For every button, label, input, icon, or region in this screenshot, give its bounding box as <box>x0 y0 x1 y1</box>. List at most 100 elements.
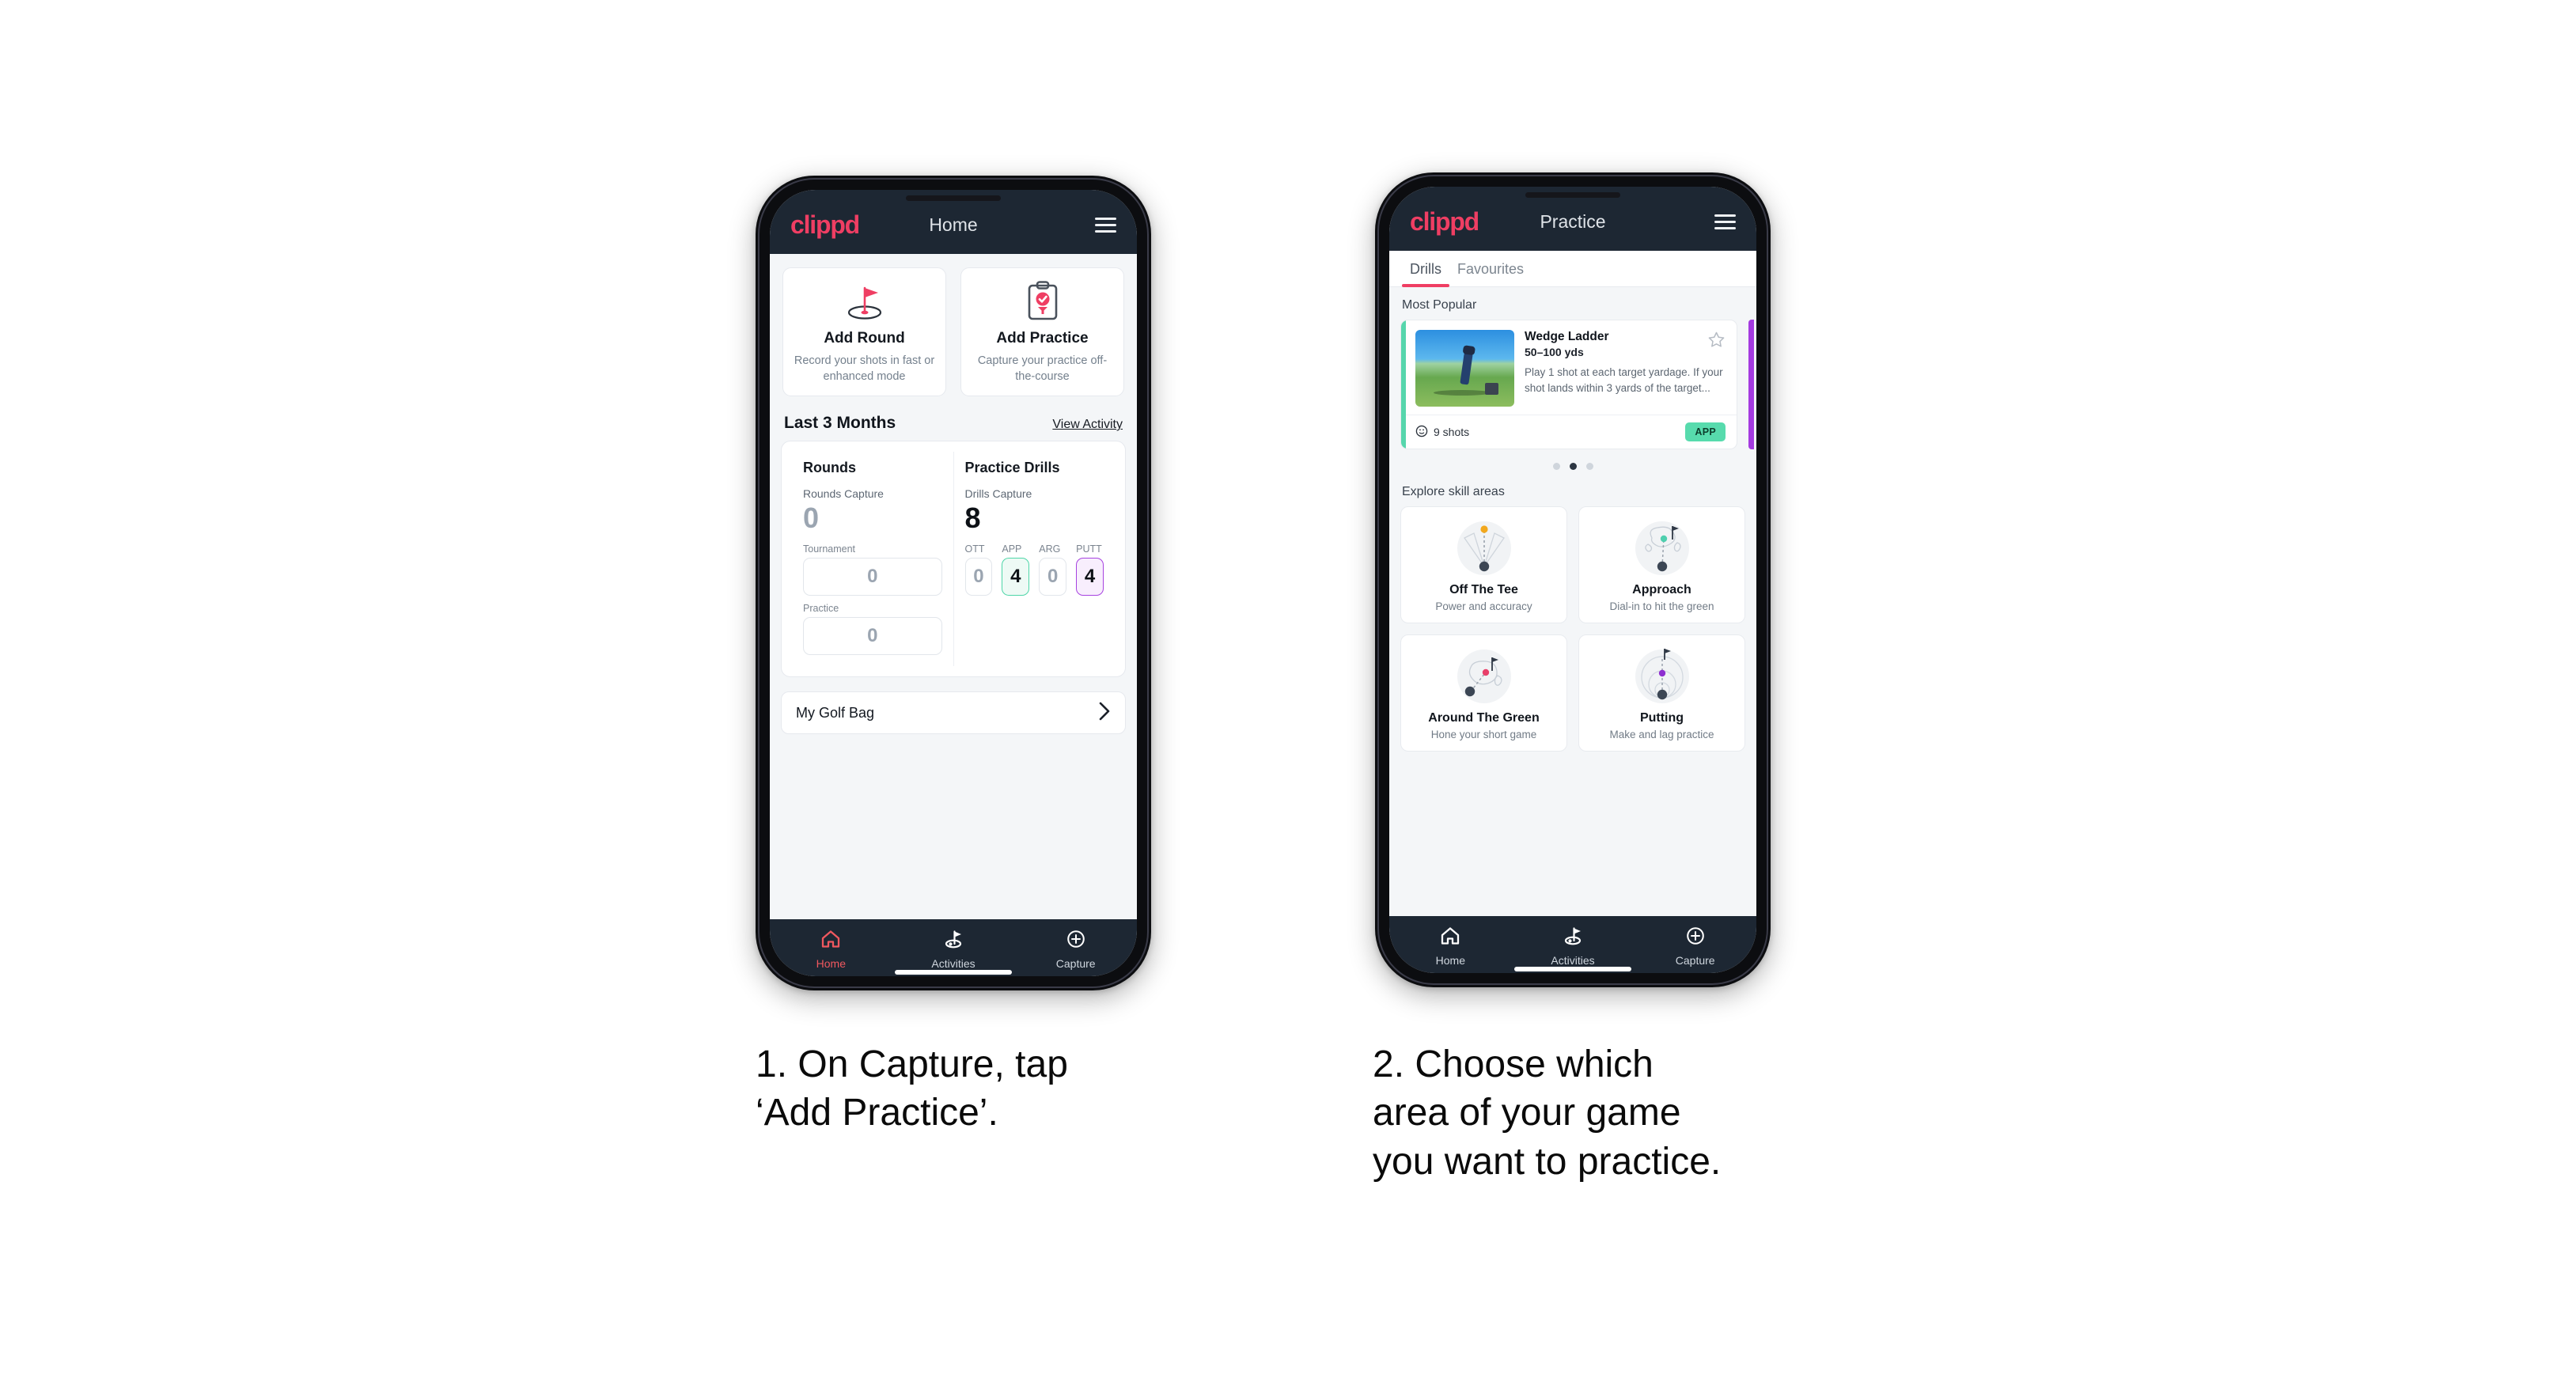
skill-name: Putting <box>1639 711 1684 725</box>
rounds-tournament-stat[interactable]: Tournament 0 <box>803 543 942 596</box>
hamburger-menu-icon[interactable] <box>1714 214 1736 229</box>
drill-category-badge: APP <box>1685 422 1726 441</box>
phone-mockup-home: clippd Home Add Round Record your shots … <box>756 176 1151 990</box>
chevron-right-icon <box>1099 702 1111 725</box>
drills-app-stat[interactable]: APP 4 <box>1002 543 1030 596</box>
home-indicator <box>895 970 1012 975</box>
nav-label-home: Home <box>816 957 847 970</box>
next-drill-card-peek[interactable] <box>1748 320 1754 449</box>
home-icon <box>820 930 841 952</box>
practice-scroll-body[interactable]: Drills Favourites Most Popular Wedge Lad… <box>1389 251 1756 916</box>
drill-card-meta: Wedge Ladder 50–100 yds Play 1 shot at e… <box>1525 330 1727 407</box>
nav-item-home[interactable]: Home <box>770 930 892 970</box>
caption-step-1: 1. On Capture, tap ‘Add Practice’. <box>756 1043 1068 1134</box>
last-3-months-header: Last 3 Months View Activity <box>770 396 1137 441</box>
home-scroll-body[interactable]: Add Round Record your shots in fast or e… <box>770 254 1137 919</box>
drill-yardage: 50–100 yds <box>1525 346 1584 358</box>
home-icon <box>1440 926 1460 949</box>
nav-label-capture: Capture <box>1055 957 1096 970</box>
nav-item-activities[interactable]: Activities <box>1512 926 1635 967</box>
putting-rings-icon <box>1585 645 1738 708</box>
star-outline-icon[interactable] <box>1707 331 1726 352</box>
drills-capture-label: Drills Capture <box>964 487 1032 500</box>
drills-arg-stat[interactable]: ARG 0 <box>1039 543 1067 596</box>
view-activity-link[interactable]: View Activity <box>1052 418 1123 432</box>
skill-card-putting[interactable]: Putting Make and lag practice <box>1578 634 1745 752</box>
carousel-dot-2[interactable] <box>1569 463 1577 470</box>
carousel-dot-3[interactable] <box>1585 463 1593 470</box>
my-golf-bag-label: My Golf Bag <box>796 704 875 721</box>
tee-shot-fan-icon <box>1407 517 1560 580</box>
drill-card-top: Wedge Ladder 50–100 yds Play 1 shot at e… <box>1401 320 1737 415</box>
drills-ott-label: OTT <box>964 543 985 555</box>
drill-carousel[interactable]: Wedge Ladder 50–100 yds Play 1 shot at e… <box>1389 320 1756 449</box>
add-practice-card[interactable]: Add Practice Capture your practice off-t… <box>960 267 1124 396</box>
approach-green-icon <box>1585 517 1738 580</box>
skill-card-off-the-tee[interactable]: Off The Tee Power and accuracy <box>1400 506 1567 623</box>
drills-app-label: APP <box>1002 543 1022 555</box>
carousel-dot-1[interactable] <box>1552 463 1560 470</box>
plus-circle-icon <box>1685 926 1706 949</box>
drills-capture-value: 8 <box>964 502 981 534</box>
page-root: clippd Home Add Round Record your shots … <box>0 0 2576 1386</box>
rounds-capture-value: 0 <box>803 502 820 534</box>
drills-ott-stat[interactable]: OTT 0 <box>964 543 993 596</box>
carousel-dots <box>1389 449 1756 474</box>
drills-putt-label: PUTT <box>1076 543 1102 555</box>
bottom-nav-home: Home Activities Capture <box>770 919 1137 976</box>
drills-stat-column: Practice Drills Drills Capture 8 OTT 0 A… <box>953 452 1116 667</box>
clippd-logo[interactable]: clippd <box>790 210 860 240</box>
golf-flag-icon <box>1562 926 1584 949</box>
nav-label-capture: Capture <box>1675 954 1715 967</box>
add-round-title: Add Round <box>824 330 905 346</box>
tab-favourites[interactable]: Favourites <box>1449 251 1532 286</box>
most-popular-label: Most Popular <box>1402 298 1477 312</box>
drill-card-wedge-ladder[interactable]: Wedge Ladder 50–100 yds Play 1 shot at e… <box>1400 320 1737 449</box>
skill-areas-grid: Off The Tee Power and accuracy Approach … <box>1389 506 1756 752</box>
clock-icon <box>1415 425 1428 440</box>
skill-name: Off The Tee <box>1449 583 1518 596</box>
bottom-nav-practice: Home Activities Capture <box>1389 916 1756 973</box>
chip-green-icon <box>1407 645 1560 708</box>
add-practice-title: Add Practice <box>996 330 1089 346</box>
rounds-practice-label: Practice <box>803 603 839 615</box>
drills-putt-stat[interactable]: PUTT 4 <box>1076 543 1104 596</box>
rounds-stat-column: Rounds Rounds Capture 0 Tournament 0 Pra… <box>792 452 953 666</box>
phone-mockup-practice: clippd Practice Drills Favourites Most P… <box>1375 172 1771 987</box>
section-title: Last 3 Months <box>784 414 896 432</box>
plus-circle-icon <box>1066 930 1086 952</box>
tab-drills[interactable]: Drills <box>1402 251 1449 287</box>
drill-shots: 9 shots <box>1415 425 1469 440</box>
rounds-practice-stat[interactable]: Practice 0 <box>803 603 942 656</box>
skill-subtitle: Power and accuracy <box>1435 600 1532 612</box>
drill-thumbnail-image <box>1415 330 1514 407</box>
nav-item-capture[interactable]: Capture <box>1014 930 1137 970</box>
hamburger-menu-icon[interactable] <box>1095 218 1116 233</box>
add-round-card[interactable]: Add Round Record your shots in fast or e… <box>782 267 946 396</box>
skill-subtitle: Make and lag practice <box>1609 729 1714 740</box>
nav-label-home: Home <box>1435 954 1466 967</box>
nav-item-capture[interactable]: Capture <box>1634 926 1756 967</box>
skill-name: Around The Green <box>1428 711 1540 725</box>
skill-subtitle: Hone your short game <box>1430 729 1537 740</box>
drills-app-value: 4 <box>1002 558 1030 596</box>
drills-heading: Practice Drills <box>964 460 1060 475</box>
stats-panel: Rounds Rounds Capture 0 Tournament 0 Pra… <box>781 441 1126 678</box>
drills-ott-value: 0 <box>964 558 993 596</box>
phone-screen-home: clippd Home Add Round Record your shots … <box>770 190 1137 976</box>
home-indicator <box>1514 967 1631 971</box>
my-golf-bag-row[interactable]: My Golf Bag <box>781 691 1126 735</box>
practice-tabs: Drills Favourites <box>1389 251 1756 287</box>
nav-item-activities[interactable]: Activities <box>892 930 1015 970</box>
drill-shots-label: 9 shots <box>1434 426 1470 438</box>
nav-label-activities: Activities <box>931 957 975 970</box>
rounds-tournament-label: Tournament <box>803 543 856 555</box>
golf-flag-hole-icon <box>790 281 939 322</box>
rounds-tournament-value: 0 <box>803 558 942 596</box>
clippd-logo[interactable]: clippd <box>1410 207 1479 237</box>
skill-card-approach[interactable]: Approach Dial-in to hit the green <box>1578 506 1745 623</box>
rounds-practice-value: 0 <box>803 617 942 656</box>
skill-card-around-the-green[interactable]: Around The Green Hone your short game <box>1400 634 1567 752</box>
nav-item-home[interactable]: Home <box>1389 926 1512 967</box>
drills-putt-value: 4 <box>1076 558 1104 596</box>
